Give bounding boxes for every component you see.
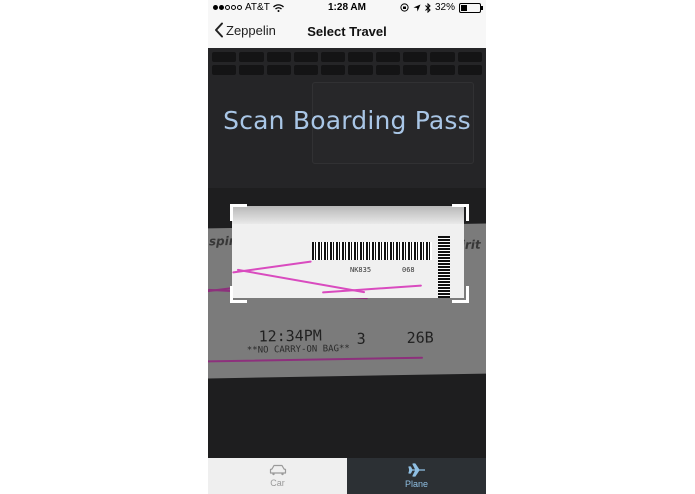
tab-car[interactable]: Car [208, 458, 347, 494]
navigation-bar: Zeppelin Select Travel [208, 16, 486, 48]
barcode-vertical-graphic [438, 236, 450, 298]
tab-bar: Car Plane [208, 458, 486, 494]
car-icon [269, 464, 286, 476]
status-right: 32% [400, 2, 483, 13]
tab-plane[interactable]: Plane [347, 458, 486, 494]
status-bar: AT&T 1:28 AM 32% [208, 0, 486, 16]
phone-screen: AT&T 1:28 AM 32% Zeppelin Select Travel … [208, 0, 486, 494]
battery-icon [459, 2, 483, 13]
bluetooth-icon [425, 2, 431, 13]
orientation-lock-icon [400, 3, 409, 12]
scan-corner-top-right [452, 204, 469, 221]
barcode-graphic [312, 242, 432, 260]
scan-title: Scan Boarding Pass [223, 106, 471, 135]
battery-fill [461, 4, 467, 11]
location-arrow-icon [413, 4, 421, 11]
scan-corner-bottom-left [230, 286, 247, 303]
camera-preview[interactable]: spirit spirit 12:34PM 3 26B **NO CARRY-O… [208, 48, 486, 458]
scan-window: NK835 068 [232, 206, 464, 298]
tab-plane-label: Plane [404, 479, 429, 489]
battery-percent: 32% [434, 2, 455, 13]
plane-icon [407, 463, 425, 477]
page-title: Select Travel [307, 24, 387, 39]
scan-corner-bottom-right [452, 286, 469, 303]
scan-corner-top-left [230, 204, 247, 221]
tab-car-label: Car [270, 478, 285, 488]
